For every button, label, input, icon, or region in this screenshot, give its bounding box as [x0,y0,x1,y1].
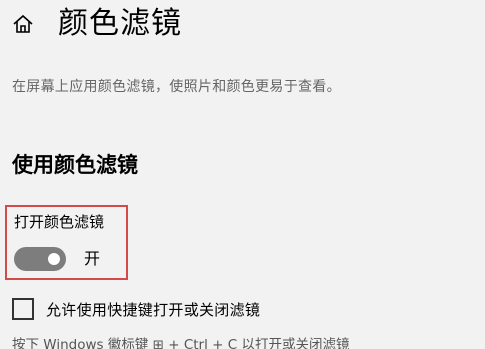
toggle-state-text: 开 [84,249,101,268]
page-header: 颜色滤镜 [12,4,182,44]
color-filter-toggle[interactable] [14,247,66,271]
page-title: 颜色滤镜 [58,6,182,41]
page-description: 在屏幕上应用颜色滤镜，使照片和颜色更易于查看。 [12,79,341,95]
toggle-knob [48,253,60,265]
home-icon[interactable] [12,12,36,36]
toggle-highlight-box: 打开颜色滤镜 开 [5,205,128,280]
section-title: 使用颜色滤镜 [12,153,138,177]
color-filters-settings-page: 颜色滤镜 在屏幕上应用颜色滤镜，使照片和颜色更易于查看。 使用颜色滤镜 打开颜色… [0,0,485,349]
toggle-label: 打开颜色滤镜 [14,213,105,231]
shortcut-checkbox-row[interactable]: 允许使用快捷键打开或关闭滤镜 [12,298,260,320]
shortcut-checkbox-label: 允许使用快捷键打开或关闭滤镜 [46,300,261,319]
shortcut-hint-text: 按下 Windows 徽标键 ⊞ + Ctrl + C 以打开或关闭滤镜 [12,337,350,349]
shortcut-checkbox[interactable] [12,298,34,320]
